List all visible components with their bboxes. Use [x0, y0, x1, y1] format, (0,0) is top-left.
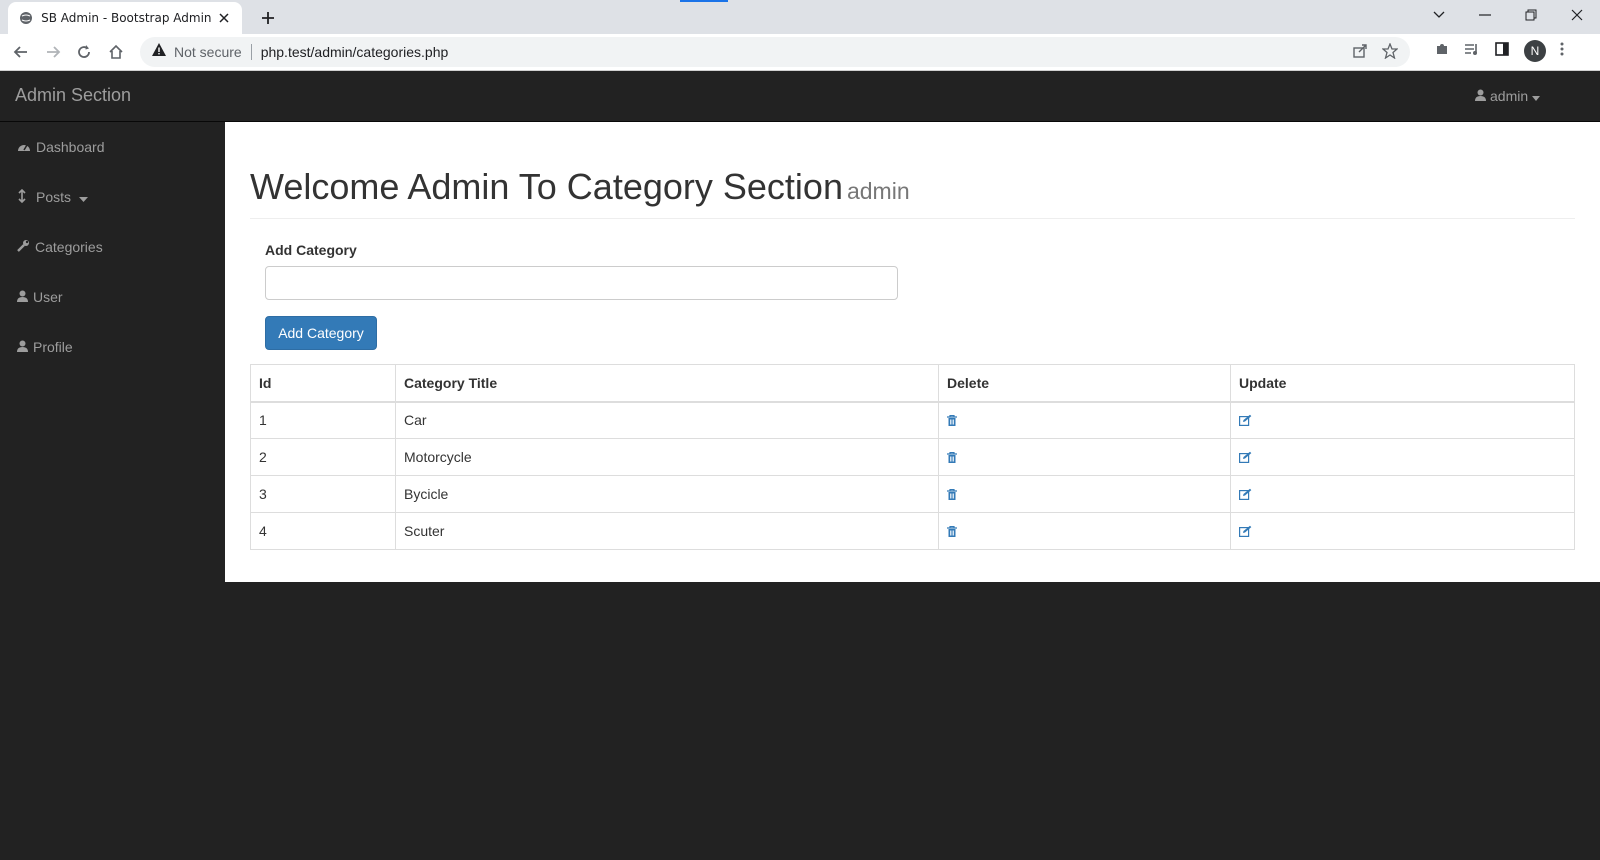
- edit-icon[interactable]: [1239, 525, 1566, 537]
- sidebar-item-label: Posts: [36, 189, 72, 205]
- sidebar-item-profile[interactable]: Profile: [0, 322, 225, 372]
- caret-down-icon: [79, 189, 89, 205]
- column-header-update: Update: [1230, 364, 1575, 403]
- cell-update: [1230, 438, 1575, 476]
- user-icon: [17, 339, 28, 355]
- column-header-id: Id: [250, 364, 396, 403]
- new-tab-button[interactable]: [256, 6, 280, 30]
- table-header-row: Id Category Title Delete Update: [250, 364, 1575, 403]
- back-icon[interactable]: [9, 40, 33, 64]
- user-icon: [1475, 88, 1486, 104]
- address-bar[interactable]: Not secure php.test/admin/categories.php: [140, 37, 1410, 67]
- globe-icon: [18, 10, 33, 26]
- admin-navbar: Admin Section admin: [0, 71, 1600, 122]
- tab-search-icon[interactable]: [1416, 0, 1462, 30]
- browser-tabbar: SB Admin - Bootstrap Admin Ten: [0, 0, 1600, 34]
- cell-title: Bycicle: [395, 475, 939, 513]
- close-tab-icon[interactable]: [217, 10, 232, 26]
- page-subtitle: admin: [846, 178, 910, 204]
- cell-delete: [938, 512, 1231, 550]
- trash-icon[interactable]: [947, 414, 1222, 426]
- table-row: 3 Bycicle: [250, 475, 1575, 513]
- tab-title: SB Admin - Bootstrap Admin Ten: [41, 11, 211, 25]
- page-header: Welcome Admin To Category Section admin: [250, 166, 1575, 219]
- wrench-icon: [17, 239, 30, 255]
- cell-title: Car: [395, 401, 939, 439]
- user-icon: [17, 289, 28, 305]
- column-header-title: Category Title: [395, 364, 939, 403]
- home-icon[interactable]: [104, 40, 128, 64]
- caret-down-icon: [1532, 88, 1541, 104]
- add-category-button[interactable]: Add Category: [265, 316, 377, 350]
- sidebar-item-label: Profile: [33, 339, 73, 355]
- side-panel-icon[interactable]: [1494, 41, 1510, 62]
- category-title-input[interactable]: [265, 266, 898, 300]
- bookmark-star-icon[interactable]: [1381, 42, 1399, 64]
- cell-update: [1230, 475, 1575, 513]
- categories-table: Id Category Title Delete Update 1 Car 2 …: [250, 364, 1575, 550]
- forward-icon[interactable]: [41, 40, 65, 64]
- minimize-icon[interactable]: [1462, 0, 1508, 30]
- profile-avatar[interactable]: N: [1524, 40, 1546, 62]
- media-queue-icon[interactable]: [1464, 41, 1480, 62]
- navbar-brand[interactable]: Admin Section: [15, 85, 131, 106]
- table-row: 1 Car: [250, 401, 1575, 439]
- browser-menu-icon[interactable]: [1560, 42, 1564, 61]
- address-bar-actions: [1352, 42, 1399, 64]
- cell-id: 1: [250, 401, 396, 439]
- page-content: Welcome Admin To Category Section admin A…: [225, 122, 1600, 582]
- edit-icon[interactable]: [1239, 451, 1566, 463]
- trash-icon[interactable]: [947, 488, 1222, 500]
- column-header-delete: Delete: [938, 364, 1231, 403]
- edit-icon[interactable]: [1239, 414, 1566, 427]
- cell-update: [1230, 401, 1575, 439]
- sidebar-item-user[interactable]: User: [0, 272, 225, 322]
- table-row: 2 Motorcycle: [250, 438, 1575, 476]
- restore-icon[interactable]: [1508, 0, 1554, 30]
- cell-update: [1230, 512, 1575, 550]
- warning-icon: [152, 43, 166, 61]
- cell-delete: [938, 438, 1231, 476]
- share-icon[interactable]: [1352, 43, 1368, 64]
- tab-strip-indicator: [680, 0, 728, 2]
- sidebar: Dashboard Posts Categories User Profile: [0, 122, 225, 860]
- edit-icon[interactable]: [1239, 488, 1566, 500]
- sidebar-item-label: Categories: [35, 239, 103, 255]
- url-text: php.test/admin/categories.php: [260, 44, 449, 60]
- browser-toolbar: Not secure php.test/admin/categories.php: [0, 34, 1600, 71]
- not-secure-label: Not secure: [174, 44, 242, 60]
- window-controls: [1416, 0, 1600, 30]
- extension-area: N: [1434, 40, 1564, 62]
- sidebar-item-label: User: [33, 289, 63, 305]
- cell-id: 4: [250, 512, 396, 550]
- trash-icon[interactable]: [947, 525, 1222, 537]
- extensions-puzzle-icon[interactable]: [1434, 41, 1450, 62]
- cell-title: Scuter: [395, 512, 939, 550]
- page-title-text: Welcome Admin To Category Section: [250, 166, 843, 207]
- sidebar-item-dashboard[interactable]: Dashboard: [0, 122, 225, 172]
- user-dropdown[interactable]: admin: [1475, 88, 1541, 104]
- dashboard-icon: [17, 139, 31, 155]
- address-separator: [250, 44, 252, 60]
- cell-delete: [938, 401, 1231, 439]
- reload-icon[interactable]: [72, 40, 96, 64]
- sidebar-item-categories[interactable]: Categories: [0, 222, 225, 272]
- sidebar-item-posts[interactable]: Posts: [0, 172, 225, 222]
- arrows-v-icon: [17, 188, 27, 206]
- cell-id: 3: [250, 475, 396, 513]
- user-dropdown-label: admin: [1490, 88, 1529, 104]
- page-title: Welcome Admin To Category Section admin: [250, 166, 1575, 208]
- browser-tab[interactable]: SB Admin - Bootstrap Admin Ten: [8, 2, 242, 34]
- trash-icon[interactable]: [947, 451, 1222, 463]
- close-window-icon[interactable]: [1554, 0, 1600, 30]
- sidebar-item-label: Dashboard: [36, 139, 105, 155]
- cell-delete: [938, 475, 1231, 513]
- cell-id: 2: [250, 438, 396, 476]
- cell-title: Motorcycle: [395, 438, 939, 476]
- table-row: 4 Scuter: [250, 512, 1575, 550]
- add-category-label: Add Category: [265, 242, 357, 258]
